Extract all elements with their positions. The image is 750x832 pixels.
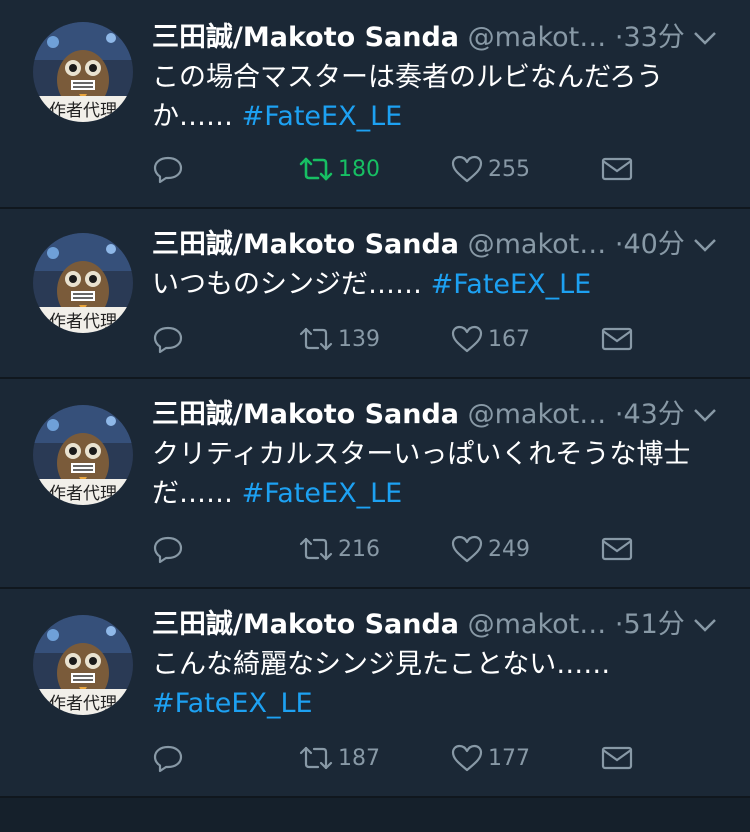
reply-icon — [153, 156, 183, 184]
avatar-caption: 作者代理 — [49, 694, 117, 714]
reply-icon — [153, 326, 183, 354]
reply-button[interactable] — [152, 323, 184, 355]
like-icon — [451, 155, 483, 183]
like-button[interactable]: 177 — [450, 742, 530, 774]
retweet-button[interactable]: 187 — [298, 742, 380, 774]
dm-button[interactable] — [600, 323, 634, 355]
hashtag-link[interactable]: #FateEX_LE — [431, 269, 592, 300]
handle[interactable]: @makot… — [468, 22, 607, 53]
dm-icon — [601, 746, 633, 770]
avatar[interactable]: 作者代理 — [33, 615, 133, 715]
like-button[interactable]: 255 — [450, 153, 530, 185]
avatar[interactable]: 作者代理 — [33, 405, 133, 505]
retweet-icon — [299, 746, 333, 770]
dm-button[interactable] — [600, 742, 634, 774]
like-count: 249 — [488, 536, 530, 562]
handle[interactable]: @makot… — [468, 609, 607, 640]
chevron-down-icon[interactable] — [692, 233, 718, 257]
tweet-card[interactable]: 作者代理 三田誠/Makoto Sanda @makot… ·33分 この場合マ… — [0, 0, 750, 209]
tweet-card[interactable]: 作者代理 三田誠/Makoto Sanda @makot… ·43分 クリティカ… — [0, 379, 750, 589]
timestamp[interactable]: 40分 — [623, 229, 684, 260]
like-count: 255 — [488, 156, 530, 182]
retweet-icon — [299, 157, 333, 181]
tweet-header: 三田誠/Makoto Sanda @makot… ·43分 — [152, 397, 720, 433]
dm-icon — [601, 537, 633, 561]
like-icon — [451, 535, 483, 563]
chevron-down-icon[interactable] — [692, 403, 718, 427]
reply-button[interactable] — [152, 742, 184, 774]
tweet-text: いつものシンジだ…… #FateEX_LE — [152, 265, 712, 304]
handle[interactable]: @makot… — [468, 399, 607, 430]
avatar-caption: 作者代理 — [49, 101, 117, 121]
tweet-body: いつものシンジだ…… — [152, 269, 422, 300]
reply-icon — [153, 745, 183, 773]
tweet-text: この場合マスターは奏者のルビなんだろうか…… #FateEX_LE — [152, 58, 712, 136]
dm-icon — [601, 157, 633, 181]
tweet-actions: 139 167 — [152, 323, 642, 355]
tweet-card[interactable]: 作者代理 三田誠/Makoto Sanda @makot… ·40分 いつものシ… — [0, 209, 750, 379]
avatar-caption: 作者代理 — [49, 484, 117, 504]
dm-button[interactable] — [600, 533, 634, 565]
retweet-count: 180 — [338, 156, 380, 182]
display-name[interactable]: 三田誠/Makoto Sanda — [152, 229, 459, 260]
timeline-footer — [0, 798, 750, 832]
hashtag-link[interactable]: #FateEX_LE — [152, 688, 313, 719]
hashtag-link[interactable]: #FateEX_LE — [242, 478, 403, 509]
like-button[interactable]: 167 — [450, 323, 530, 355]
reply-icon — [153, 536, 183, 564]
tweet-body: こんな綺麗なシンジ見たことない…… — [152, 649, 611, 680]
retweet-icon — [299, 327, 333, 351]
display-name[interactable]: 三田誠/Makoto Sanda — [152, 399, 459, 430]
tweet-card[interactable]: 作者代理 三田誠/Makoto Sanda @makot… ·51分 こんな綺麗… — [0, 589, 750, 798]
tweet-body: この場合マスターは奏者のルビなんだろうか…… — [152, 62, 664, 132]
like-button[interactable]: 249 — [450, 533, 530, 565]
like-icon — [451, 744, 483, 772]
avatar[interactable]: 作者代理 — [33, 233, 133, 333]
dm-button[interactable] — [600, 153, 634, 185]
retweet-icon — [299, 537, 333, 561]
avatar-caption: 作者代理 — [49, 312, 117, 332]
retweet-button[interactable]: 180 — [298, 153, 380, 185]
tweet-actions: 180 255 — [152, 153, 642, 185]
handle[interactable]: @makot… — [468, 229, 607, 260]
dm-icon — [601, 327, 633, 351]
tweet-header: 三田誠/Makoto Sanda @makot… ·40分 — [152, 227, 720, 263]
tweet-header: 三田誠/Makoto Sanda @makot… ·51分 — [152, 607, 720, 643]
hashtag-link[interactable]: #FateEX_LE — [242, 101, 403, 132]
chevron-down-icon[interactable] — [692, 26, 718, 50]
retweet-button[interactable]: 216 — [298, 533, 380, 565]
tweet-body: クリティカルスターいっぱいくれそうな博士だ…… — [152, 439, 691, 509]
reply-button[interactable] — [152, 153, 184, 185]
like-count: 167 — [488, 326, 530, 352]
timestamp[interactable]: 33分 — [623, 22, 684, 53]
chevron-down-icon[interactable] — [692, 613, 718, 637]
like-count: 177 — [488, 745, 530, 771]
retweet-count: 139 — [338, 326, 380, 352]
tweet-actions: 216 249 — [152, 533, 642, 565]
tweet-text: こんな綺麗なシンジ見たことない…… #FateEX_LE — [152, 645, 712, 723]
timestamp[interactable]: 51分 — [623, 609, 684, 640]
timestamp[interactable]: 43分 — [623, 399, 684, 430]
tweet-text: クリティカルスターいっぱいくれそうな博士だ…… #FateEX_LE — [152, 435, 712, 513]
retweet-count: 216 — [338, 536, 380, 562]
display-name[interactable]: 三田誠/Makoto Sanda — [152, 609, 459, 640]
retweet-count: 187 — [338, 745, 380, 771]
avatar[interactable]: 作者代理 — [33, 22, 133, 122]
tweet-header: 三田誠/Makoto Sanda @makot… ·33分 — [152, 20, 720, 56]
like-icon — [451, 325, 483, 353]
tweet-actions: 187 177 — [152, 742, 642, 774]
retweet-button[interactable]: 139 — [298, 323, 380, 355]
reply-button[interactable] — [152, 533, 184, 565]
display-name[interactable]: 三田誠/Makoto Sanda — [152, 22, 459, 53]
